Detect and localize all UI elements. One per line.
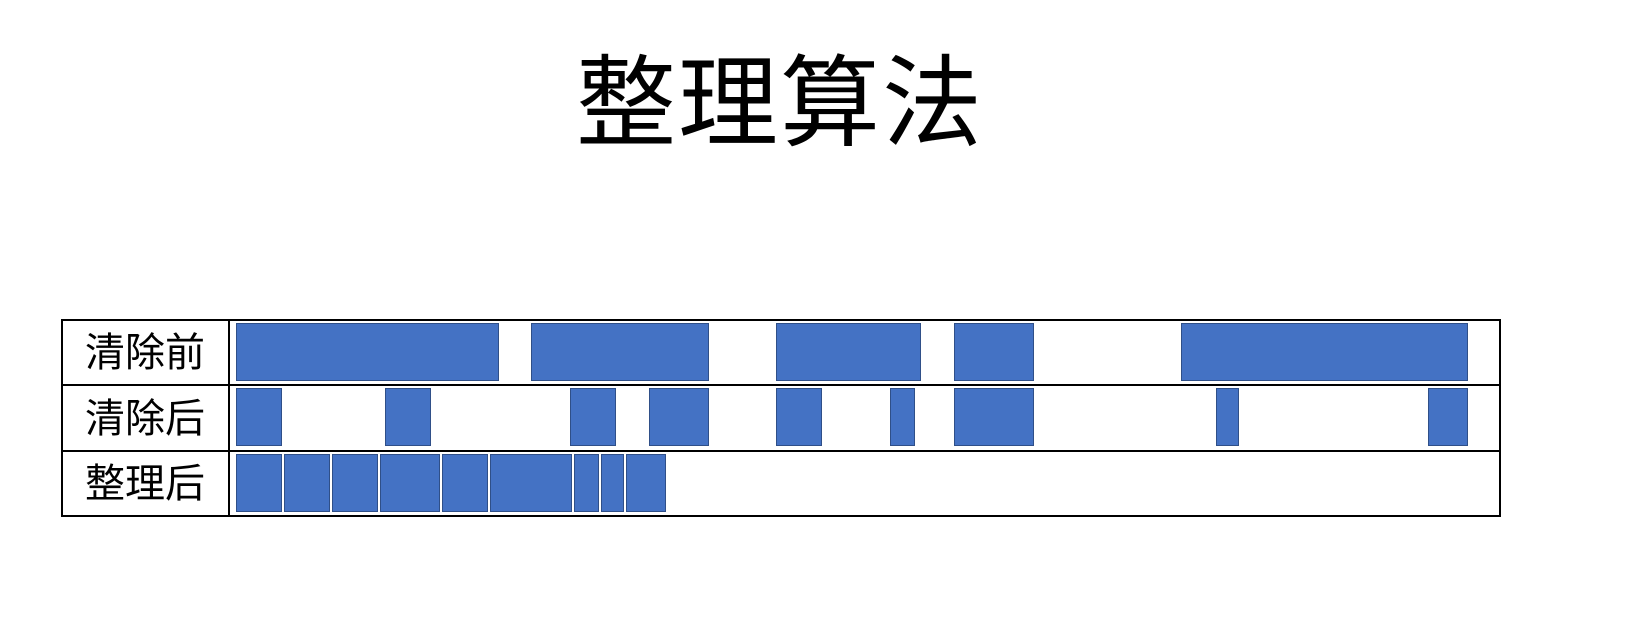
- memory-block-after-sweep-8: [1216, 388, 1239, 446]
- memory-block-after-compact-1: [236, 454, 282, 512]
- memory-block-after-sweep-9: [1428, 388, 1468, 446]
- grid-line-row-2: [61, 450, 1501, 452]
- row-track-after-sweep: [236, 388, 1496, 446]
- memory-block-after-sweep-2: [385, 388, 431, 446]
- grid-line-top: [61, 319, 1501, 321]
- memory-block-before-1: [236, 323, 499, 381]
- row-label-after-sweep: 清除后: [85, 396, 205, 442]
- row-track-after-compact: [236, 454, 1496, 512]
- row-track-before-sweep: [236, 323, 1496, 381]
- memory-block-after-compact-8: [601, 454, 624, 512]
- row-label-before-sweep: 清除前: [85, 330, 205, 376]
- memory-block-after-compact-5: [442, 454, 488, 512]
- grid-line-row-1: [61, 384, 1501, 386]
- memory-block-before-2: [531, 323, 709, 381]
- memory-block-after-compact-3: [332, 454, 378, 512]
- memory-block-after-sweep-6: [890, 388, 915, 446]
- memory-block-after-compact-7: [574, 454, 599, 512]
- memory-block-before-3: [776, 323, 921, 381]
- memory-block-after-compact-9: [626, 454, 666, 512]
- memory-block-before-5: [1181, 323, 1468, 381]
- page-title: 整理算法: [576, 45, 984, 162]
- memory-block-after-sweep-1: [236, 388, 282, 446]
- memory-block-before-4: [954, 323, 1034, 381]
- memory-compaction-diagram: 清除前 清除后 整理后: [61, 319, 1501, 517]
- grid-line-bottom: [61, 515, 1501, 517]
- memory-block-after-sweep-4: [649, 388, 709, 446]
- memory-block-after-sweep-5: [776, 388, 822, 446]
- memory-block-after-sweep-7: [954, 388, 1034, 446]
- memory-block-after-compact-2: [284, 454, 330, 512]
- row-label-after-compact: 整理后: [85, 461, 205, 507]
- memory-block-after-compact-4: [380, 454, 440, 512]
- memory-block-after-sweep-3: [570, 388, 616, 446]
- grid-line-right: [1499, 319, 1501, 517]
- memory-block-after-compact-6: [490, 454, 572, 512]
